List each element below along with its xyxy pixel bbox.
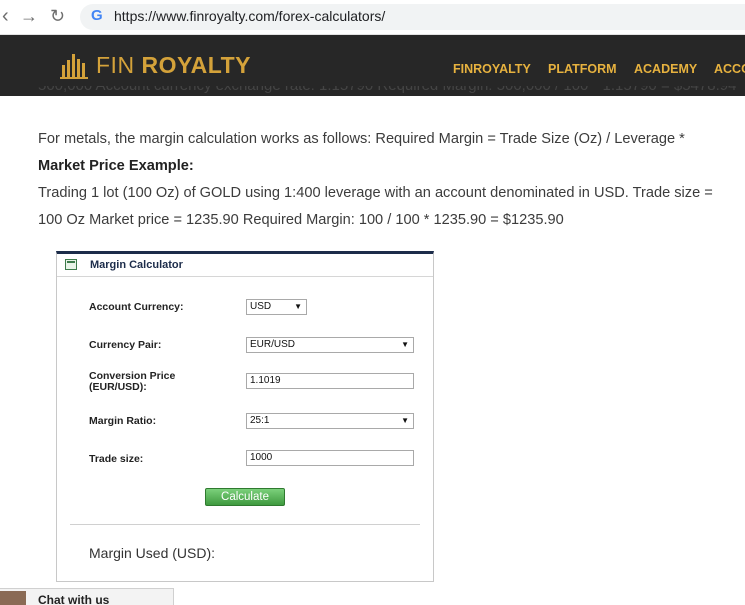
currency-pair-select[interactable]: EUR/USD ▼ <box>246 337 414 353</box>
reload-icon[interactable]: ↻ <box>50 5 65 27</box>
currency-pair-label: Currency Pair: <box>89 339 162 351</box>
forward-arrow-icon[interactable]: → <box>20 5 38 27</box>
logo-text: FIN ROYALTY <box>96 52 251 79</box>
logo-text-bold: ROYALTY <box>141 52 252 78</box>
cut-off-text-line: 500,000 Account currency exchange rate: … <box>38 86 745 98</box>
conversion-price-label-line2: (EUR/USD): <box>89 381 147 393</box>
avatar <box>0 591 26 605</box>
example-heading: Market Price Example: <box>38 158 194 174</box>
account-currency-value: USD <box>250 301 272 312</box>
nav-finroyalty[interactable]: FINROYALTY <box>453 62 531 76</box>
nav-account[interactable]: ACCO <box>714 62 745 76</box>
currency-pair-value: EUR/USD <box>250 339 296 350</box>
trade-size-input[interactable]: 1000 <box>246 450 414 466</box>
calculator-title: Margin Calculator <box>90 259 183 271</box>
example-line-1: Trading 1 lot (100 Oz) of GOLD using 1:4… <box>38 185 713 201</box>
conversion-price-label: Conversion Price (EUR/USD): <box>89 371 175 393</box>
account-currency-select[interactable]: USD ▼ <box>246 299 307 315</box>
margin-ratio-select[interactable]: 25:1 ▼ <box>246 413 414 429</box>
trade-size-label: Trade size: <box>89 453 144 465</box>
metals-paragraph: For metals, the margin calculation works… <box>38 131 685 147</box>
nav-academy[interactable]: ACADEMY <box>634 62 697 76</box>
url-text[interactable]: https://www.finroyalty.com/forex-calcula… <box>114 8 385 24</box>
margin-ratio-label: Margin Ratio: <box>89 415 157 427</box>
browser-toolbar: ‹ → ↻ G https://www.finroyalty.com/forex… <box>0 0 745 35</box>
margin-used-label: Margin Used (USD): <box>89 545 216 561</box>
account-currency-label: Account Currency: <box>89 301 184 313</box>
bar-chart-logo-icon <box>60 54 88 79</box>
cut-off-text: 500,000 Account currency exchange rate: … <box>38 86 736 94</box>
example-line-2: 100 Oz Market price = 1235.90 Required M… <box>38 212 564 228</box>
nav-platform[interactable]: PLATFORM <box>548 62 617 76</box>
chat-widget[interactable]: Chat with us <box>0 588 174 605</box>
divider <box>70 524 420 525</box>
calculate-button[interactable]: Calculate <box>205 488 285 506</box>
chevron-down-icon: ▼ <box>401 416 409 425</box>
chevron-down-icon: ▼ <box>401 340 409 349</box>
conversion-price-input[interactable]: 1.1019 <box>246 373 414 389</box>
margin-calculator: Margin Calculator Account Currency: USD … <box>56 251 434 582</box>
calculator-icon <box>65 259 77 270</box>
logo-text-light: FIN <box>96 52 135 78</box>
back-arrow-icon[interactable]: ‹ <box>2 5 9 27</box>
calculator-titlebar: Margin Calculator <box>57 254 433 277</box>
chevron-down-icon: ▼ <box>294 302 302 311</box>
margin-ratio-value: 25:1 <box>250 415 270 426</box>
chat-label: Chat with us <box>38 593 110 605</box>
google-icon: G <box>91 7 103 24</box>
